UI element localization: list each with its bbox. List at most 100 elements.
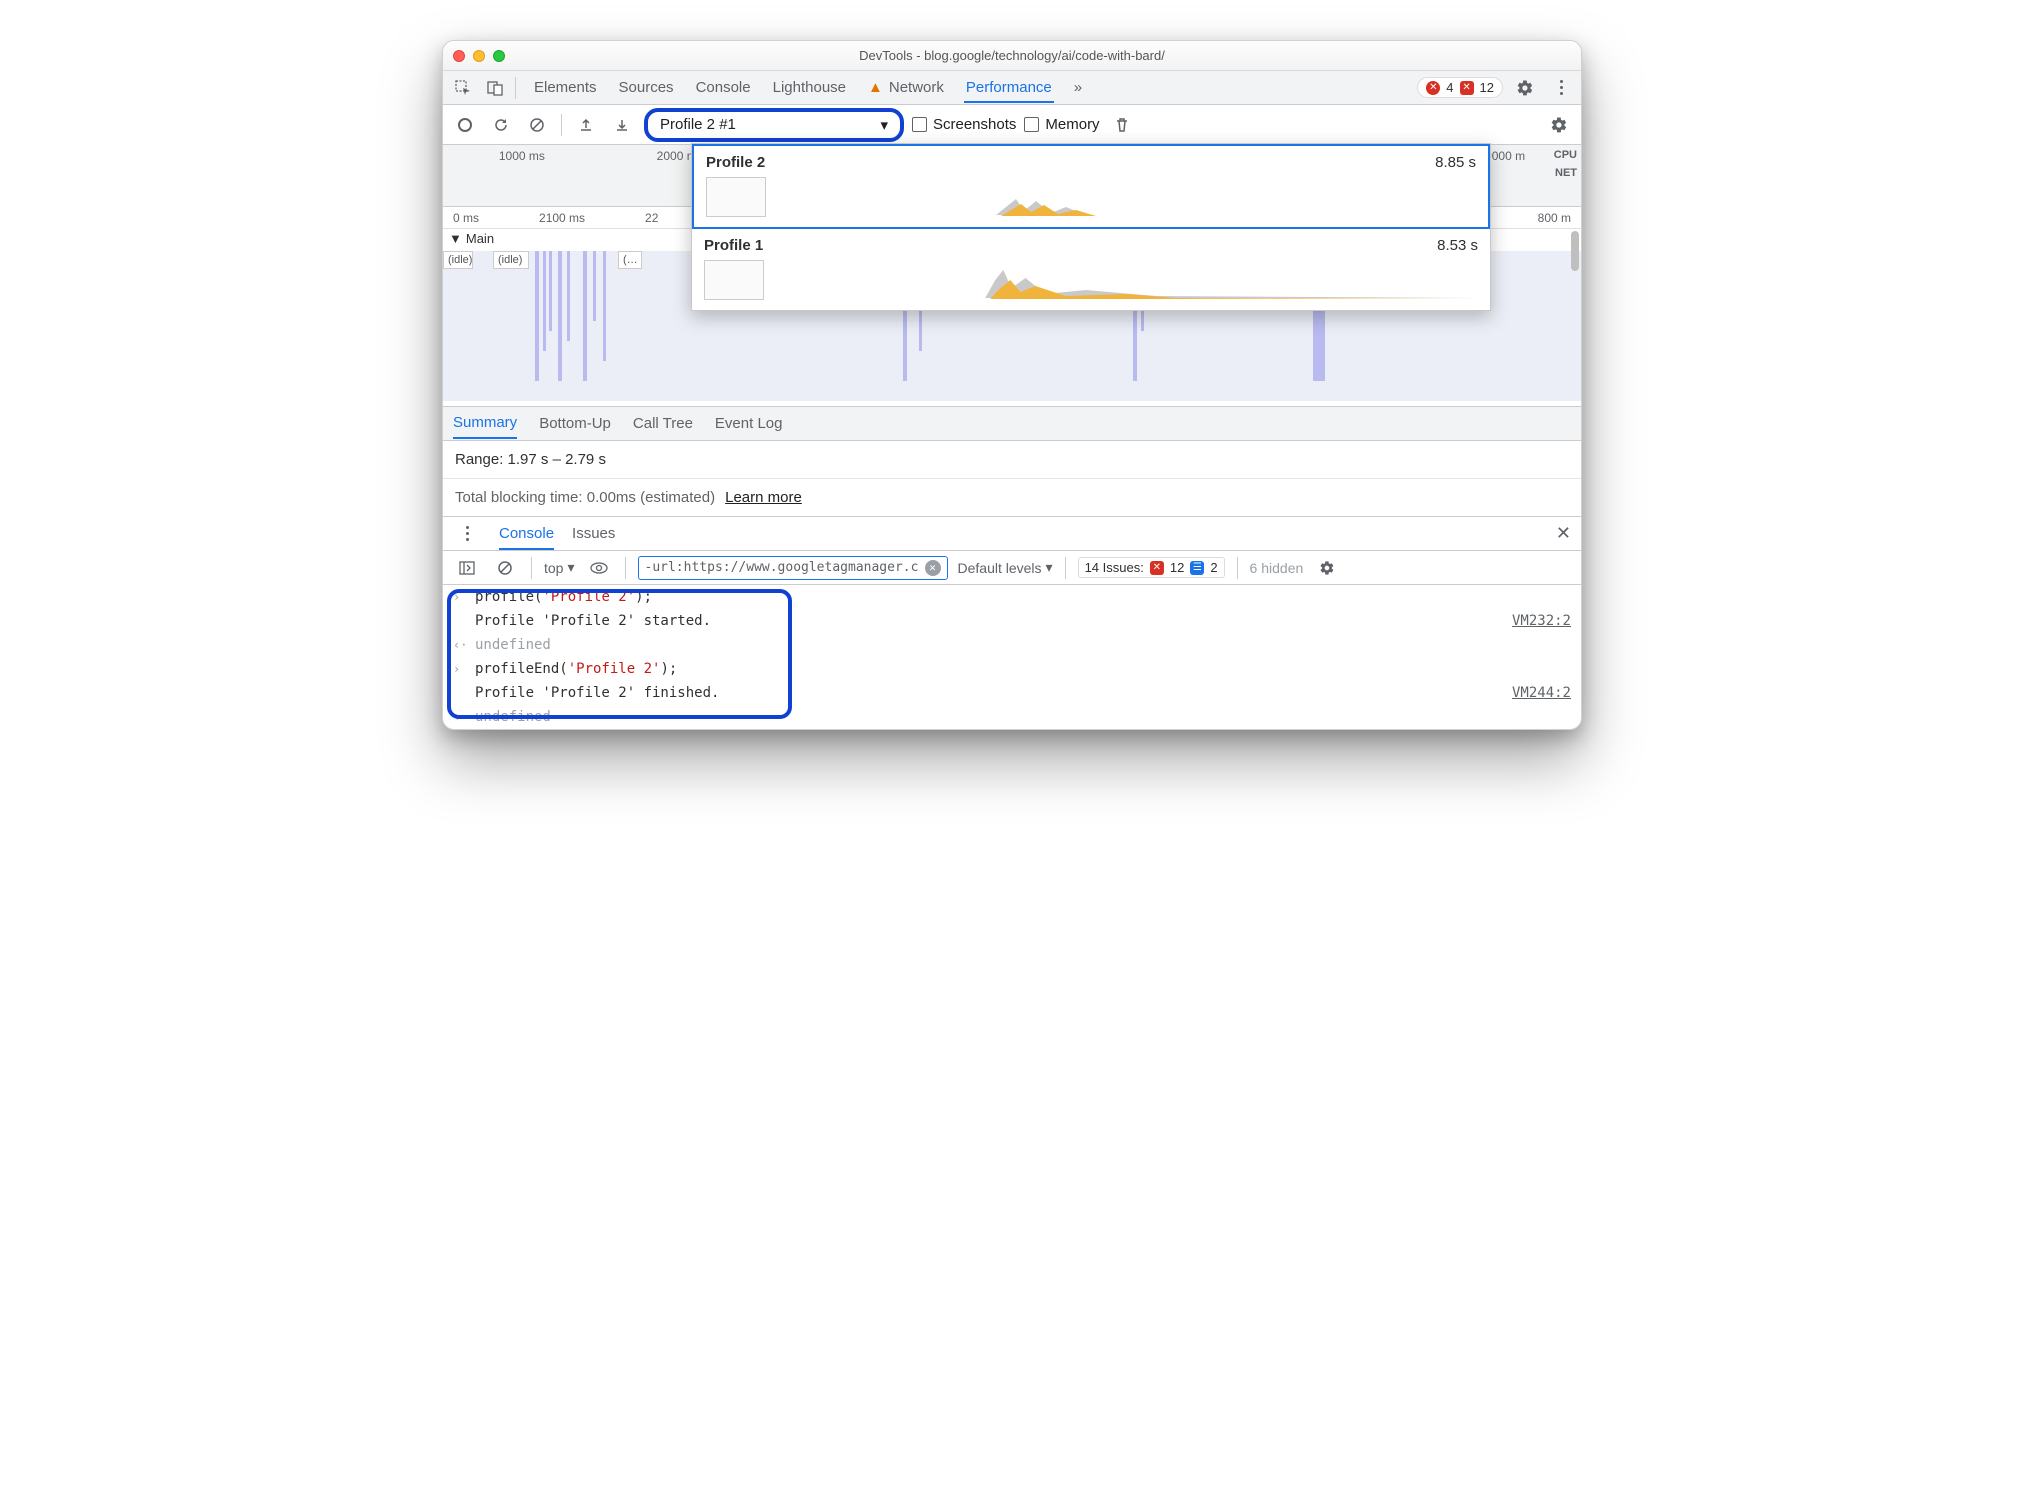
tab-elements[interactable]: Elements	[532, 73, 599, 102]
separator	[1237, 557, 1238, 579]
more-options-icon[interactable]	[1547, 74, 1575, 102]
settings-icon[interactable]	[1511, 74, 1539, 102]
checkbox-icon	[912, 117, 927, 132]
drawer-tab-console[interactable]: Console	[499, 518, 554, 550]
tick: 0 ms	[453, 211, 479, 225]
code-text: );	[635, 589, 652, 605]
code-string: 'Profile 2'	[542, 589, 635, 605]
issues-red-count: 12	[1170, 560, 1184, 575]
log-levels-selector[interactable]: Default levels ▾	[958, 559, 1053, 576]
memory-checkbox[interactable]: Memory	[1024, 116, 1099, 133]
tab-network-label: Network	[889, 79, 944, 96]
status-badges: ✕ 4 ✕ 12	[1417, 74, 1575, 102]
console-settings-icon[interactable]	[1313, 554, 1341, 582]
tab-console[interactable]: Console	[694, 73, 753, 102]
tab-bottom-up[interactable]: Bottom-Up	[539, 415, 611, 432]
profile-option-name: Profile 2	[706, 154, 765, 171]
input-caret-icon: ›	[453, 662, 469, 676]
drawer-header: Console Issues ✕	[443, 517, 1581, 551]
profile-dropdown: Profile 2 8.85 s Profile 1 8.53	[691, 143, 1491, 311]
collapse-icon: ▼	[449, 231, 462, 246]
device-toolbar-icon[interactable]	[481, 74, 509, 102]
console-output[interactable]: › profile('Profile 2'); Profile 'Profile…	[443, 585, 1581, 729]
main-label: Main	[466, 231, 494, 246]
issues-blue-count: 2	[1210, 560, 1217, 575]
capture-settings-icon[interactable]	[1545, 111, 1573, 139]
reload-record-button[interactable]	[487, 111, 515, 139]
chevron-down-icon: ▾	[1046, 559, 1053, 576]
profile-thumbnail	[704, 260, 764, 300]
tab-summary[interactable]: Summary	[453, 408, 517, 439]
code-text: );	[660, 661, 677, 677]
record-button[interactable]	[451, 111, 479, 139]
net-label: NET	[1555, 167, 1577, 179]
tick: 9000 m	[1485, 149, 1525, 163]
log-text: Profile 'Profile 2' finished.	[475, 685, 719, 701]
filter-value: -url:https://www.googletagmanager.c	[645, 560, 919, 575]
source-link[interactable]: VM244:2	[1512, 685, 1571, 701]
overview-right-labels: CPU NET	[1554, 149, 1577, 179]
tick: 800 m	[1538, 211, 1571, 225]
profile-option-1[interactable]: Profile 1 8.53 s	[692, 229, 1490, 310]
delete-profile-button[interactable]	[1108, 111, 1136, 139]
drawer-menu-icon[interactable]	[453, 520, 481, 548]
error-icon: ✕	[1426, 81, 1440, 95]
issues-label: 14 Issues:	[1085, 560, 1144, 575]
tab-lighthouse[interactable]: Lighthouse	[771, 73, 848, 102]
context-selector[interactable]: top ▾	[544, 559, 575, 576]
info-square-icon: ☰	[1190, 561, 1204, 575]
inspect-element-icon[interactable]	[449, 74, 477, 102]
output-caret-icon: ‹·	[453, 710, 469, 724]
close-drawer-icon[interactable]: ✕	[1556, 523, 1571, 544]
source-link[interactable]: VM232:2	[1512, 613, 1571, 629]
separator	[625, 557, 626, 579]
profile-thumbnail	[706, 177, 766, 217]
chevron-down-icon: ▾	[567, 559, 574, 576]
clear-button[interactable]	[523, 111, 551, 139]
profile-option-name: Profile 1	[704, 237, 763, 254]
profile-selected-label: Profile 2 #1	[660, 116, 736, 133]
input-caret-icon: ›	[453, 590, 469, 604]
checkbox-icon	[1024, 117, 1039, 132]
undefined-text: undefined	[475, 709, 551, 725]
tab-event-log[interactable]: Event Log	[715, 415, 783, 432]
error-count-badge[interactable]: ✕ 4 ✕ 12	[1417, 77, 1503, 98]
error-square-icon: ✕	[1150, 561, 1164, 575]
tab-sources[interactable]: Sources	[617, 73, 676, 102]
issue-icon: ✕	[1460, 81, 1474, 95]
console-row-log: Profile 'Profile 2' finished. VM244:2	[443, 681, 1581, 705]
console-row-result: ‹· undefined	[443, 633, 1581, 657]
tick: 22	[645, 211, 658, 225]
scrollbar-thumb[interactable]	[1571, 231, 1579, 271]
undefined-text: undefined	[475, 637, 551, 653]
profile-selector[interactable]: Profile 2 #1 ▾	[644, 108, 904, 142]
issue-count: 12	[1480, 80, 1494, 95]
code-text: profileEnd(	[475, 661, 568, 677]
console-issues-badge[interactable]: 14 Issues: ✕ 12 ☰ 2	[1078, 557, 1225, 578]
context-label: top	[544, 560, 563, 576]
console-row-input: › profile('Profile 2');	[443, 585, 1581, 609]
learn-more-link[interactable]: Learn more	[725, 489, 802, 506]
clear-filter-icon[interactable]: ✕	[925, 560, 941, 576]
live-expression-icon[interactable]	[585, 554, 613, 582]
range-text: Range: 1.97 s – 2.79 s	[443, 441, 1581, 479]
error-count: 4	[1446, 80, 1453, 95]
memory-label: Memory	[1045, 116, 1099, 133]
cpu-label: CPU	[1554, 149, 1577, 161]
devtools-main-toolbar: Elements Sources Console Lighthouse ▲ Ne…	[443, 71, 1581, 105]
clear-console-icon[interactable]	[491, 554, 519, 582]
tab-call-tree[interactable]: Call Tree	[633, 415, 693, 432]
tab-network[interactable]: ▲ Network	[866, 73, 946, 102]
upload-profile-button[interactable]	[572, 111, 600, 139]
tab-performance[interactable]: Performance	[964, 73, 1054, 103]
main-track-label[interactable]: ▼ Main	[449, 231, 494, 246]
levels-label: Default levels	[958, 560, 1042, 576]
more-tabs-button[interactable]: »	[1072, 73, 1084, 102]
profile-option-2[interactable]: Profile 2 8.85 s	[692, 144, 1490, 229]
console-sidebar-toggle-icon[interactable]	[453, 554, 481, 582]
console-filter-input[interactable]: -url:https://www.googletagmanager.c ✕	[638, 556, 948, 580]
console-toolbar: top ▾ -url:https://www.googletagmanager.…	[443, 551, 1581, 585]
screenshots-checkbox[interactable]: Screenshots	[912, 116, 1016, 133]
download-profile-button[interactable]	[608, 111, 636, 139]
drawer-tab-issues[interactable]: Issues	[572, 525, 615, 542]
